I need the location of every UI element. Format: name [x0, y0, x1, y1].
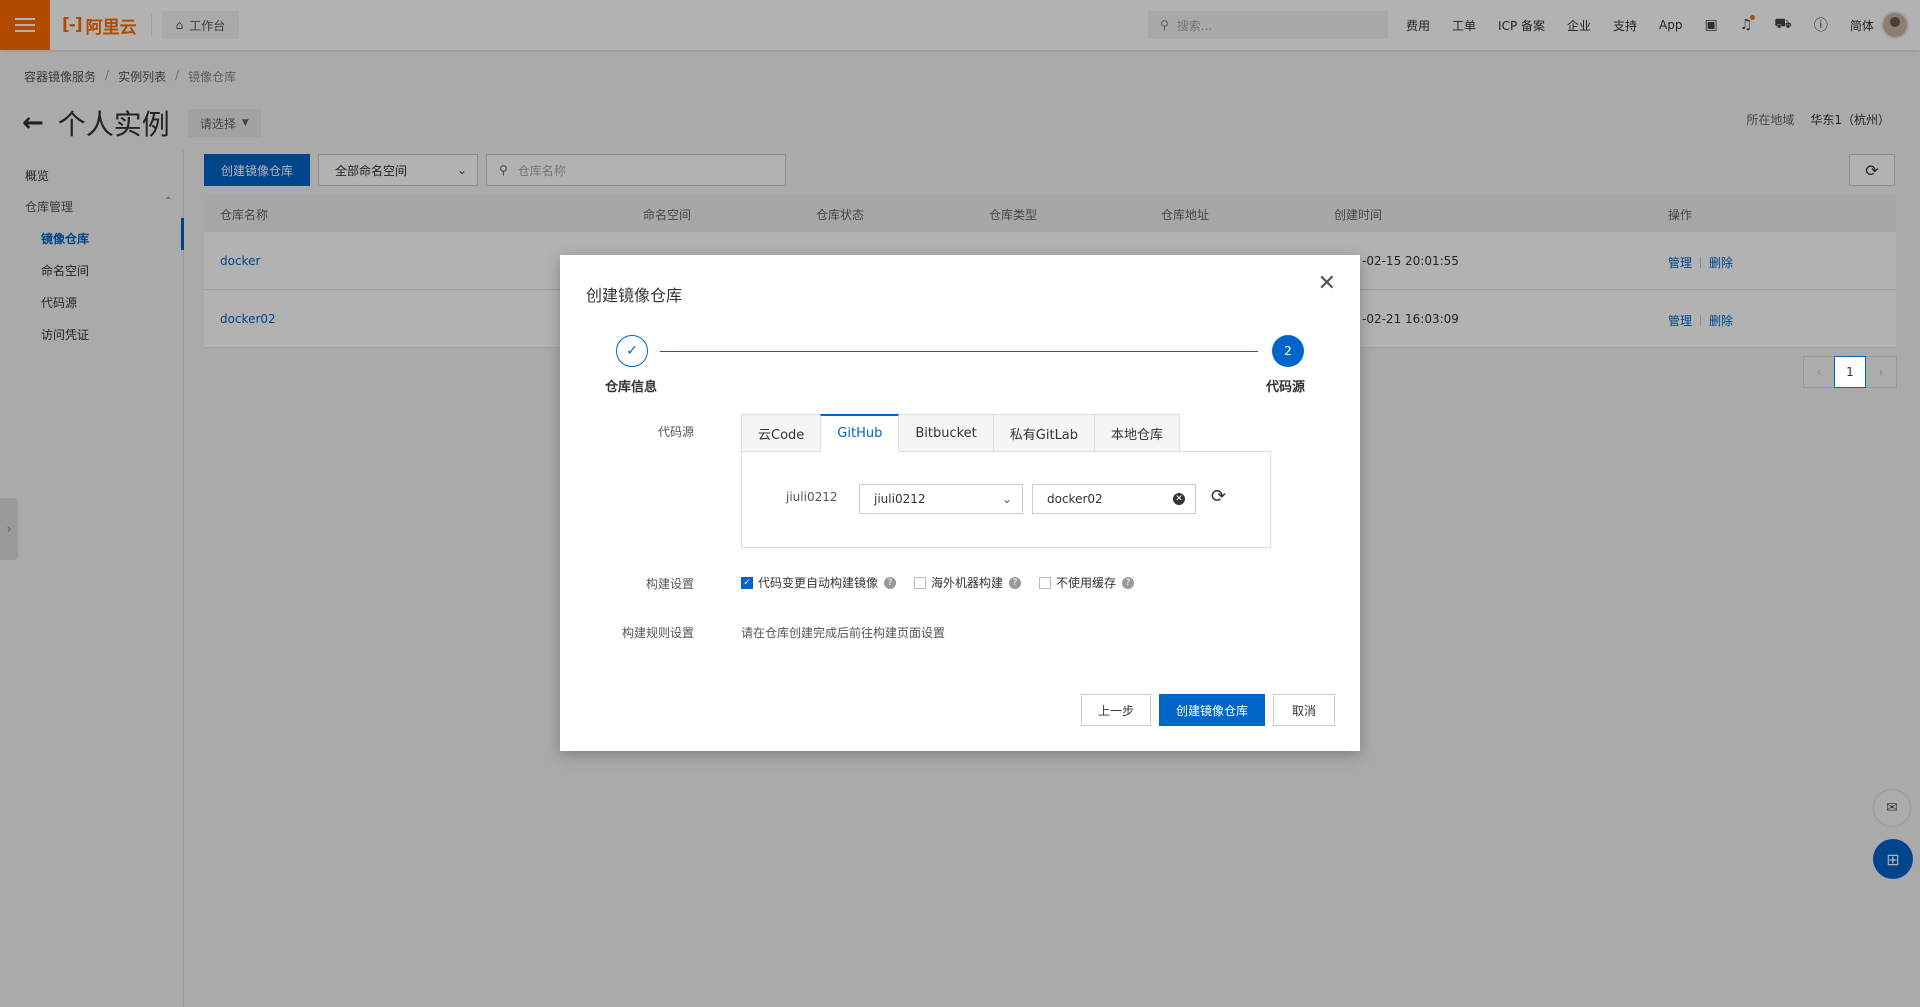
build-rule-label: 构建规则设置: [621, 626, 694, 640]
auto-build-checkbox[interactable]: ✓ 代码变更自动构建镜像 ?: [741, 574, 897, 591]
previous-step-button[interactable]: 上一步: [1081, 694, 1151, 726]
checkbox-icon: [1039, 576, 1052, 589]
create-repo-dialog: 创建镜像仓库 ✕ ✓ 2 仓库信息 代码源 代码源 云Code GitHub B…: [560, 255, 1360, 751]
source-label: 代码源: [657, 425, 694, 439]
tab-bitbucket[interactable]: Bitbucket: [898, 414, 994, 452]
build-rule-text: 请在仓库创建完成后前往构建页面设置: [741, 626, 946, 640]
github-panel: jiuli0212 jiuli0212 ⌄ docker02 ✕ ⟳: [741, 451, 1271, 548]
help-icon[interactable]: ?: [1122, 576, 1135, 589]
overseas-build-label: 海外机器构建: [931, 576, 1004, 590]
checkbox-icon: [914, 576, 927, 589]
build-settings-label: 构建设置: [645, 577, 694, 591]
auto-build-label: 代码变更自动构建镜像: [758, 576, 879, 590]
step-progress-line: [660, 351, 1258, 352]
help-icon[interactable]: ?: [884, 576, 897, 589]
tab-local-repo[interactable]: 本地仓库: [1094, 414, 1181, 452]
repo-select-input[interactable]: docker02 ✕: [1032, 484, 1196, 514]
step-2-label: 代码源: [1266, 380, 1306, 395]
build-options: ✓ 代码变更自动构建镜像 ? 海外机器构建 ? 不使用缓存 ?: [741, 574, 1152, 591]
clear-icon[interactable]: ✕: [1173, 493, 1185, 505]
create-repo-submit-button[interactable]: 创建镜像仓库: [1159, 694, 1265, 726]
no-cache-checkbox[interactable]: 不使用缓存 ?: [1039, 574, 1135, 591]
no-cache-label: 不使用缓存: [1056, 576, 1117, 590]
step-1-label: 仓库信息: [605, 380, 658, 395]
repo-select-value: docker02: [1047, 492, 1103, 506]
source-tabs: 云Code GitHub Bitbucket 私有GitLab 本地仓库: [741, 414, 1181, 452]
close-icon[interactable]: ✕: [1318, 273, 1336, 295]
step-2-indicator: 2: [1272, 335, 1304, 367]
account-select[interactable]: jiuli0212 ⌄: [859, 484, 1023, 514]
refresh-icon[interactable]: ⟳: [1211, 488, 1226, 506]
account-label: jiuli0212: [786, 490, 838, 504]
chevron-down-icon: ⌄: [1001, 492, 1012, 506]
dialog-title: 创建镜像仓库: [586, 286, 683, 305]
tab-yuncode[interactable]: 云Code: [741, 414, 822, 452]
checkbox-checked-icon: ✓: [741, 576, 753, 589]
overseas-build-checkbox[interactable]: 海外机器构建 ?: [914, 574, 1022, 591]
tab-private-gitlab[interactable]: 私有GitLab: [992, 414, 1096, 452]
account-select-value: jiuli0212: [874, 492, 926, 506]
help-icon[interactable]: ?: [1009, 576, 1022, 589]
tab-github[interactable]: GitHub: [820, 414, 900, 452]
pager-page-1[interactable]: 1: [1834, 356, 1866, 388]
cancel-button[interactable]: 取消: [1273, 694, 1335, 726]
step-1-check-icon: ✓: [616, 335, 648, 367]
